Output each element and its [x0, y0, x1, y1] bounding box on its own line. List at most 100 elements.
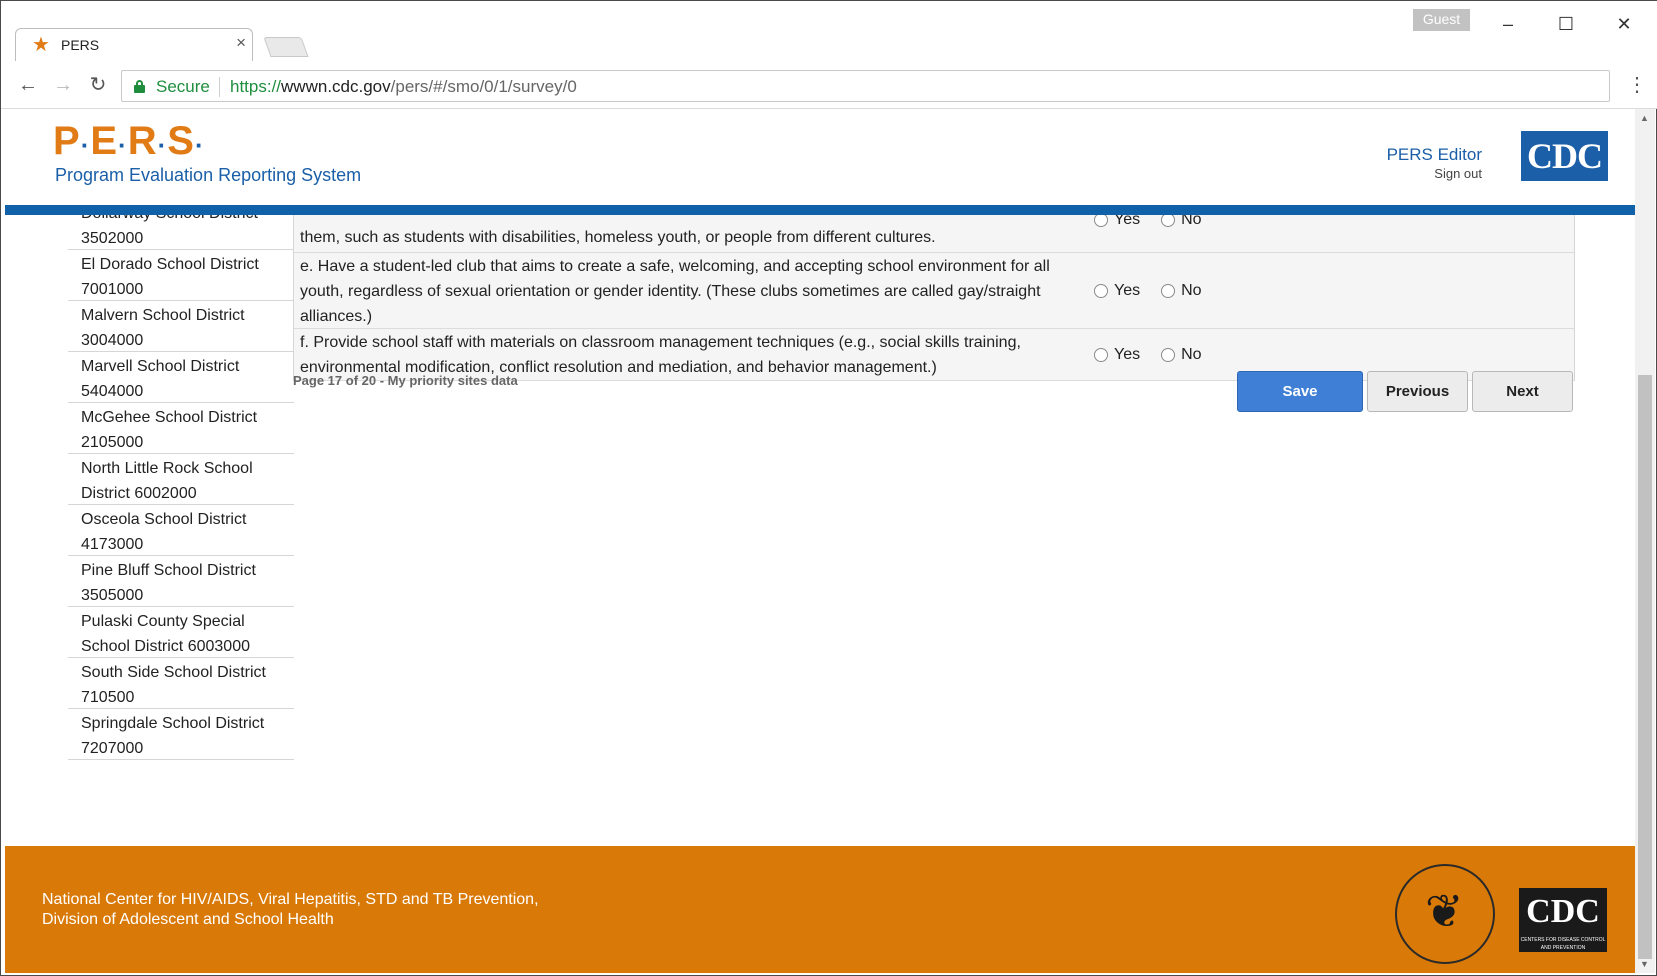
list-item-code: 7001000	[81, 281, 144, 298]
yes-label: Yes	[1114, 346, 1141, 363]
no-radio[interactable]	[1161, 283, 1176, 298]
list-item-code: District 6002000	[81, 485, 197, 502]
hhs-seal-icon[interactable]: ❦	[1395, 864, 1495, 964]
tab-title: PERS	[61, 37, 100, 53]
list-item-name: Dollarway School District	[81, 215, 288, 226]
list-item[interactable]: Marvell School District 5404000	[68, 352, 294, 403]
list-item[interactable]: Pine Bluff School District 3505000	[68, 556, 294, 607]
footer-cdc-logo[interactable]: CDC CENTERS FOR DISEASE CONTROL AND PREV…	[1519, 888, 1607, 952]
window-close-icon[interactable]: ✕	[1611, 11, 1637, 37]
browser-menu-icon[interactable]: ⋮	[1627, 73, 1647, 97]
list-item-name: Springdale School District	[81, 715, 265, 732]
answer-group: Yes No	[1094, 329, 1223, 380]
district-list: Dollarway School District 3502000 El Dor…	[68, 215, 294, 760]
list-item-code: 3004000	[81, 332, 144, 349]
no-label: No	[1181, 282, 1202, 299]
close-tab-icon[interactable]: ×	[236, 34, 246, 51]
logo-letter-r: R	[127, 119, 158, 163]
list-item-code: 710500	[81, 689, 135, 706]
answer-group: Yes No	[1094, 253, 1223, 328]
minimize-icon[interactable]: –	[1495, 11, 1521, 37]
browser-toolbar: ← → ↻ Secure https://wwwn.cdc.gov/pers/#…	[1, 61, 1657, 109]
footer-cdc-text: CDC	[1526, 893, 1600, 930]
next-button[interactable]: Next	[1472, 371, 1573, 412]
list-item-code: 3502000	[81, 230, 144, 247]
list-item-code: School District 6003000	[81, 638, 250, 655]
page-indicator: Page 17 of 20 - My priority sites data	[293, 373, 518, 388]
url-text[interactable]: https://wwwn.cdc.gov/pers/#/smo/0/1/surv…	[230, 77, 577, 97]
list-item[interactable]: Malvern School District 3004000	[68, 301, 294, 352]
list-item-name: North Little Rock School	[81, 460, 253, 477]
logo-letter-s: S	[167, 119, 195, 163]
no-label: No	[1181, 346, 1202, 363]
site-header: P·E·R·S· Program Evaluation Reporting Sy…	[5, 109, 1635, 201]
yes-label: Yes	[1114, 282, 1141, 299]
list-item-name: McGehee School District	[81, 409, 258, 426]
back-arrow-icon[interactable]: ←	[15, 72, 41, 98]
table-row: them, such as students with disabilities…	[294, 211, 1574, 253]
list-item[interactable]: South Side School District 710500	[68, 658, 294, 709]
pers-logo[interactable]: P·E·R·S·	[53, 121, 205, 165]
survey-question-table: them, such as students with disabilities…	[293, 211, 1575, 381]
table-row: e. Have a student-led club that aims to …	[294, 253, 1574, 329]
list-item-name: Pine Bluff School District	[81, 562, 256, 579]
list-item-name: Osceola School District	[81, 511, 247, 528]
logo-letter-p: P	[53, 119, 81, 163]
user-role-link[interactable]: PERS Editor	[1387, 145, 1482, 165]
address-bar[interactable]: Secure https://wwwn.cdc.gov/pers/#/smo/0…	[121, 70, 1610, 102]
url-domain: wwwn.cdc.gov	[281, 77, 391, 96]
list-item[interactable]: Dollarway School District 3502000	[68, 215, 294, 250]
list-item-code: 2105000	[81, 434, 144, 451]
address-divider	[219, 77, 220, 97]
logo-letter-e: E	[90, 119, 119, 163]
secure-label: Secure	[156, 77, 210, 96]
tab-strip: ★ PERS × Guest – ☐ ✕	[1, 1, 1657, 62]
new-tab-button[interactable]	[263, 37, 309, 57]
list-item[interactable]: North Little Rock School District 600200…	[68, 454, 294, 505]
eagle-icon: ❦	[1425, 885, 1464, 937]
question-text: e. Have a student-led club that aims to …	[300, 258, 1050, 325]
url-scheme: https://	[230, 77, 282, 96]
list-item-code: 4173000	[81, 536, 144, 553]
scroll-up-icon[interactable]: ▲	[1640, 113, 1649, 123]
footer-division-name: Division of Adolescent and School Health	[42, 911, 334, 928]
page-viewport: P·E·R·S· Program Evaluation Reporting Sy…	[5, 109, 1635, 973]
scrollbar-thumb[interactable]	[1638, 375, 1652, 959]
no-radio[interactable]	[1161, 347, 1176, 362]
list-item[interactable]: Springdale School District 7207000	[68, 709, 294, 760]
list-item-name: Pulaski County Special	[81, 613, 245, 630]
yes-radio[interactable]	[1094, 283, 1108, 298]
list-item[interactable]: Pulaski County Special School District 6…	[68, 607, 294, 658]
list-item-name: Malvern School District	[81, 307, 245, 324]
list-item-name: South Side School District	[81, 664, 266, 681]
list-item-code: 3505000	[81, 587, 144, 604]
scroll-down-icon[interactable]: ▼	[1640, 959, 1649, 969]
list-item-name: Marvell School District	[81, 358, 240, 375]
footer-center-name: National Center for HIV/AIDS, Viral Hepa…	[42, 891, 539, 908]
list-item-name: El Dorado School District	[81, 256, 259, 273]
list-item[interactable]: McGehee School District 2105000	[68, 403, 294, 454]
guest-profile-badge[interactable]: Guest	[1413, 9, 1470, 31]
star-icon: ★	[32, 34, 50, 56]
save-button[interactable]: Save	[1237, 371, 1363, 412]
footer-cdc-subtext: CENTERS FOR DISEASE CONTROL AND PREVENTI…	[1520, 937, 1606, 951]
maximize-icon[interactable]: ☐	[1553, 11, 1579, 37]
site-footer: National Center for HIV/AIDS, Viral Hepa…	[5, 846, 1635, 973]
list-item[interactable]: El Dorado School District 7001000	[68, 250, 294, 301]
reload-icon[interactable]: ↻	[85, 72, 111, 98]
sign-out-link[interactable]: Sign out	[1434, 166, 1482, 181]
page-scrollbar[interactable]: ▲ ▼	[1635, 109, 1655, 973]
list-item-code: 7207000	[81, 740, 144, 757]
url-path: /pers/#/smo/0/1/survey/0	[390, 77, 577, 96]
cdc-logo[interactable]: CDC	[1521, 131, 1608, 181]
list-item[interactable]: Osceola School District 4173000	[68, 505, 294, 556]
yes-radio[interactable]	[1094, 347, 1108, 362]
browser-tab[interactable]: ★ PERS ×	[15, 28, 253, 62]
previous-button[interactable]: Previous	[1367, 371, 1468, 412]
list-item-code: 5404000	[81, 383, 144, 400]
browser-window: ★ PERS × Guest – ☐ ✕ ← → ↻ Secure https:…	[0, 0, 1657, 976]
forward-arrow-icon[interactable]: →	[50, 72, 76, 98]
logo-subtitle: Program Evaluation Reporting System	[55, 165, 362, 185]
lock-icon	[134, 80, 145, 93]
question-text: them, such as students with disabilities…	[300, 229, 936, 246]
